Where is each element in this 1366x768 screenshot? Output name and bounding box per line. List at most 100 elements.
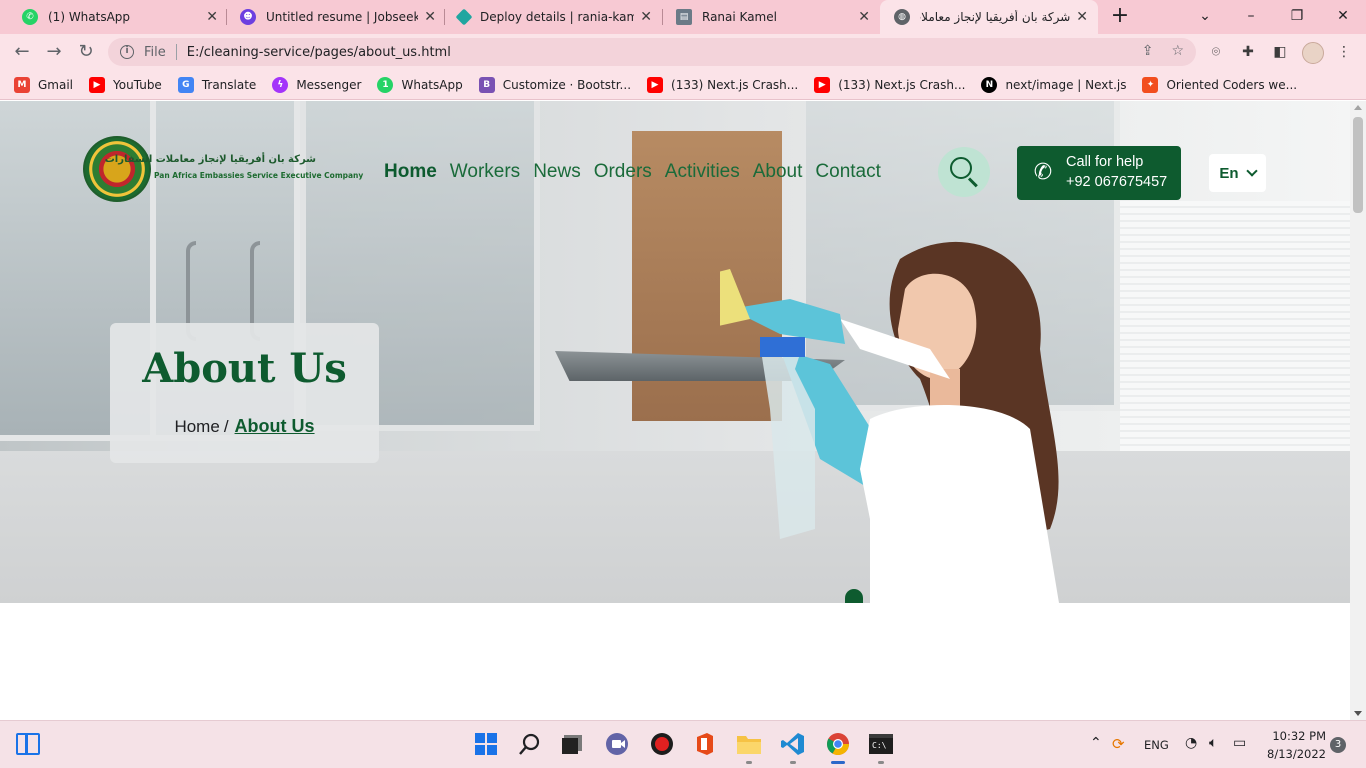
bookmark-star-icon[interactable]: ☆ (1171, 43, 1184, 59)
close-icon[interactable]: ✕ (424, 9, 436, 25)
close-icon[interactable]: ✕ (1076, 9, 1088, 25)
tab-whatsapp[interactable]: ✆ (1) WhatsApp ✕ (8, 0, 228, 34)
menu-icon[interactable]: ⋮ (1334, 42, 1354, 62)
bookmark-label: Oriented Coders we... (1166, 77, 1298, 92)
profile-avatar[interactable] (1302, 42, 1324, 64)
breadcrumb-current[interactable]: About Us (235, 416, 315, 436)
widgets-icon[interactable] (16, 733, 40, 755)
new-tab-button[interactable]: + (1108, 5, 1132, 29)
share-icon[interactable]: ⇪ (1142, 43, 1154, 59)
nav-activities[interactable]: Activities (665, 161, 740, 183)
address-bar[interactable]: i File E:/cleaning-service/pages/about_u… (108, 38, 1196, 66)
scroll-down-arrow-icon[interactable] (1354, 711, 1362, 716)
scroll-up-arrow-icon[interactable] (1354, 105, 1362, 110)
scrollbar-thumb[interactable] (1353, 117, 1363, 213)
page-scrollbar[interactable] (1350, 101, 1366, 720)
vscode-icon[interactable] (780, 731, 806, 764)
tab-title: Untitled resume | Jobseeker (266, 10, 419, 24)
bookmark-label: Gmail (38, 77, 74, 92)
reload-button[interactable]: ↻ (74, 40, 98, 64)
chrome-icon[interactable] (825, 731, 851, 764)
language-select[interactable]: En (1209, 154, 1266, 192)
logo-arabic-name: شركة بان أفريقيا لإنجاز معاملات السفارات (104, 154, 316, 165)
breadcrumb-home[interactable]: Home (174, 417, 219, 436)
youtube-icon: ▶ (814, 76, 831, 93)
close-icon[interactable]: ✕ (206, 9, 218, 25)
url-text[interactable]: E:/cleaning-service/pages/about_us.html (187, 45, 451, 60)
battery-icon[interactable]: ▭ (1233, 735, 1246, 751)
teams-icon[interactable] (604, 731, 630, 757)
tab-search-icon[interactable]: ⌄ (1190, 4, 1220, 28)
nav-home[interactable]: Home (384, 161, 437, 183)
minimize-button[interactable]: – (1236, 4, 1266, 28)
tab-pan-africa[interactable]: ◍ شركة بان أفريقيا لإنجاز معاملات ✕ (880, 0, 1098, 34)
bootstrap-icon: B (478, 76, 495, 93)
side-panel-icon[interactable]: ◧ (1270, 42, 1290, 62)
whatsapp-icon: ✆ (22, 9, 38, 25)
wifi-icon[interactable]: ◔ (1185, 735, 1197, 751)
forward-button[interactable]: → (42, 40, 66, 64)
bookmark-translate[interactable]: G Translate (177, 76, 256, 93)
bookmark-next-image[interactable]: Nnext/image | Next.js (981, 76, 1127, 93)
bookmark-youtube[interactable]: ▶ YouTube (89, 76, 162, 93)
search-icon[interactable] (517, 731, 543, 757)
omnibox-actions: ⇪ ☆ (1142, 43, 1184, 59)
tab-netlify[interactable]: Deploy details | rania-kamel- ✕ (444, 0, 662, 34)
bookmark-label: next/image | Next.js (1005, 77, 1127, 92)
scroll-top-button[interactable] (845, 589, 863, 603)
terminal-icon[interactable]: C:\ (868, 731, 894, 764)
sync-icon[interactable]: ⟳ (1112, 735, 1125, 753)
company-logo-icon[interactable] (83, 136, 151, 202)
nav-orders[interactable]: Orders (594, 161, 652, 183)
divider (175, 44, 177, 60)
chevron-up-icon[interactable]: ⌃ (1090, 735, 1102, 751)
search-button[interactable] (938, 147, 990, 197)
clock-date[interactable]: 8/13/2022 (1262, 747, 1326, 761)
bookmark-oriented-coders[interactable]: ✦ Oriented Coders we... (1142, 76, 1298, 93)
extensions-icon[interactable]: ✚ (1238, 42, 1258, 62)
call-number: +92 067675457 (1066, 174, 1168, 190)
start-icon[interactable] (473, 731, 499, 757)
bookmark-label: YouTube (113, 77, 162, 92)
file-explorer-icon[interactable] (736, 731, 762, 764)
bookmark-label: (133) Next.js Crash... (838, 77, 966, 92)
bookmark-nextjs-crash-1[interactable]: ▶ (133) Next.js Crash... (647, 76, 799, 93)
countertop-image (0, 451, 1350, 603)
bookmark-messenger[interactable]: ϟ Messenger (272, 76, 361, 93)
volume-icon[interactable]: 🔈︎ (1209, 735, 1217, 751)
office-icon[interactable] (692, 731, 718, 757)
tab-jobseeker[interactable]: ☻ Untitled resume | Jobseeker ✕ (226, 0, 446, 34)
bookmark-label: (133) Next.js Crash... (671, 77, 799, 92)
page-viewport: شركة بان أفريقيا لإنجاز معاملات السفارات… (0, 101, 1350, 720)
site-header: شركة بان أفريقيا لإنجاز معاملات السفارات… (0, 101, 1350, 241)
restore-button[interactable]: ❐ (1282, 4, 1312, 28)
nav-news[interactable]: News (533, 161, 581, 183)
back-button[interactable]: ← (10, 40, 34, 64)
close-icon[interactable]: ✕ (640, 9, 652, 25)
record-icon[interactable] (649, 731, 675, 757)
nav-about[interactable]: About (753, 161, 803, 183)
bookmark-bootstrap[interactable]: B Customize · Bootstr... (478, 76, 631, 93)
info-icon[interactable]: i (120, 45, 134, 59)
clock-time[interactable]: 10:32 PM (1266, 729, 1326, 743)
bookmark-gmail[interactable]: M Gmail (14, 76, 74, 93)
jobseeker-icon: ☻ (240, 9, 256, 25)
close-window-button[interactable]: ✕ (1328, 4, 1358, 28)
bookmark-whatsapp[interactable]: 1 WhatsApp (377, 76, 463, 93)
close-icon[interactable]: ✕ (858, 9, 870, 25)
browser-tab-strip: ✆ (1) WhatsApp ✕ ☻ Untitled resume | Job… (0, 0, 1366, 34)
svg-text:C:\: C:\ (872, 741, 887, 750)
bookmark-nextjs-crash-2[interactable]: ▶ (133) Next.js Crash... (814, 76, 966, 93)
screenshot-icon[interactable]: ⌾ (1206, 42, 1226, 62)
phone-icon: ✆ (1033, 160, 1053, 185)
call-for-help-button[interactable]: ✆ Call for help +92 067675457 (1017, 146, 1181, 200)
task-view-icon[interactable] (559, 731, 585, 757)
notification-badge[interactable]: 3 (1330, 737, 1346, 753)
input-language[interactable]: ENG (1144, 738, 1169, 752)
nav-workers[interactable]: Workers (450, 161, 520, 183)
language-label: En (1219, 164, 1239, 182)
page-icon: ▤ (676, 9, 692, 25)
tab-ranai-kamel[interactable]: ▤ Ranai Kamel ✕ (662, 0, 880, 34)
nav-contact[interactable]: Contact (815, 161, 880, 183)
breadcrumb-separator: / (223, 417, 229, 436)
